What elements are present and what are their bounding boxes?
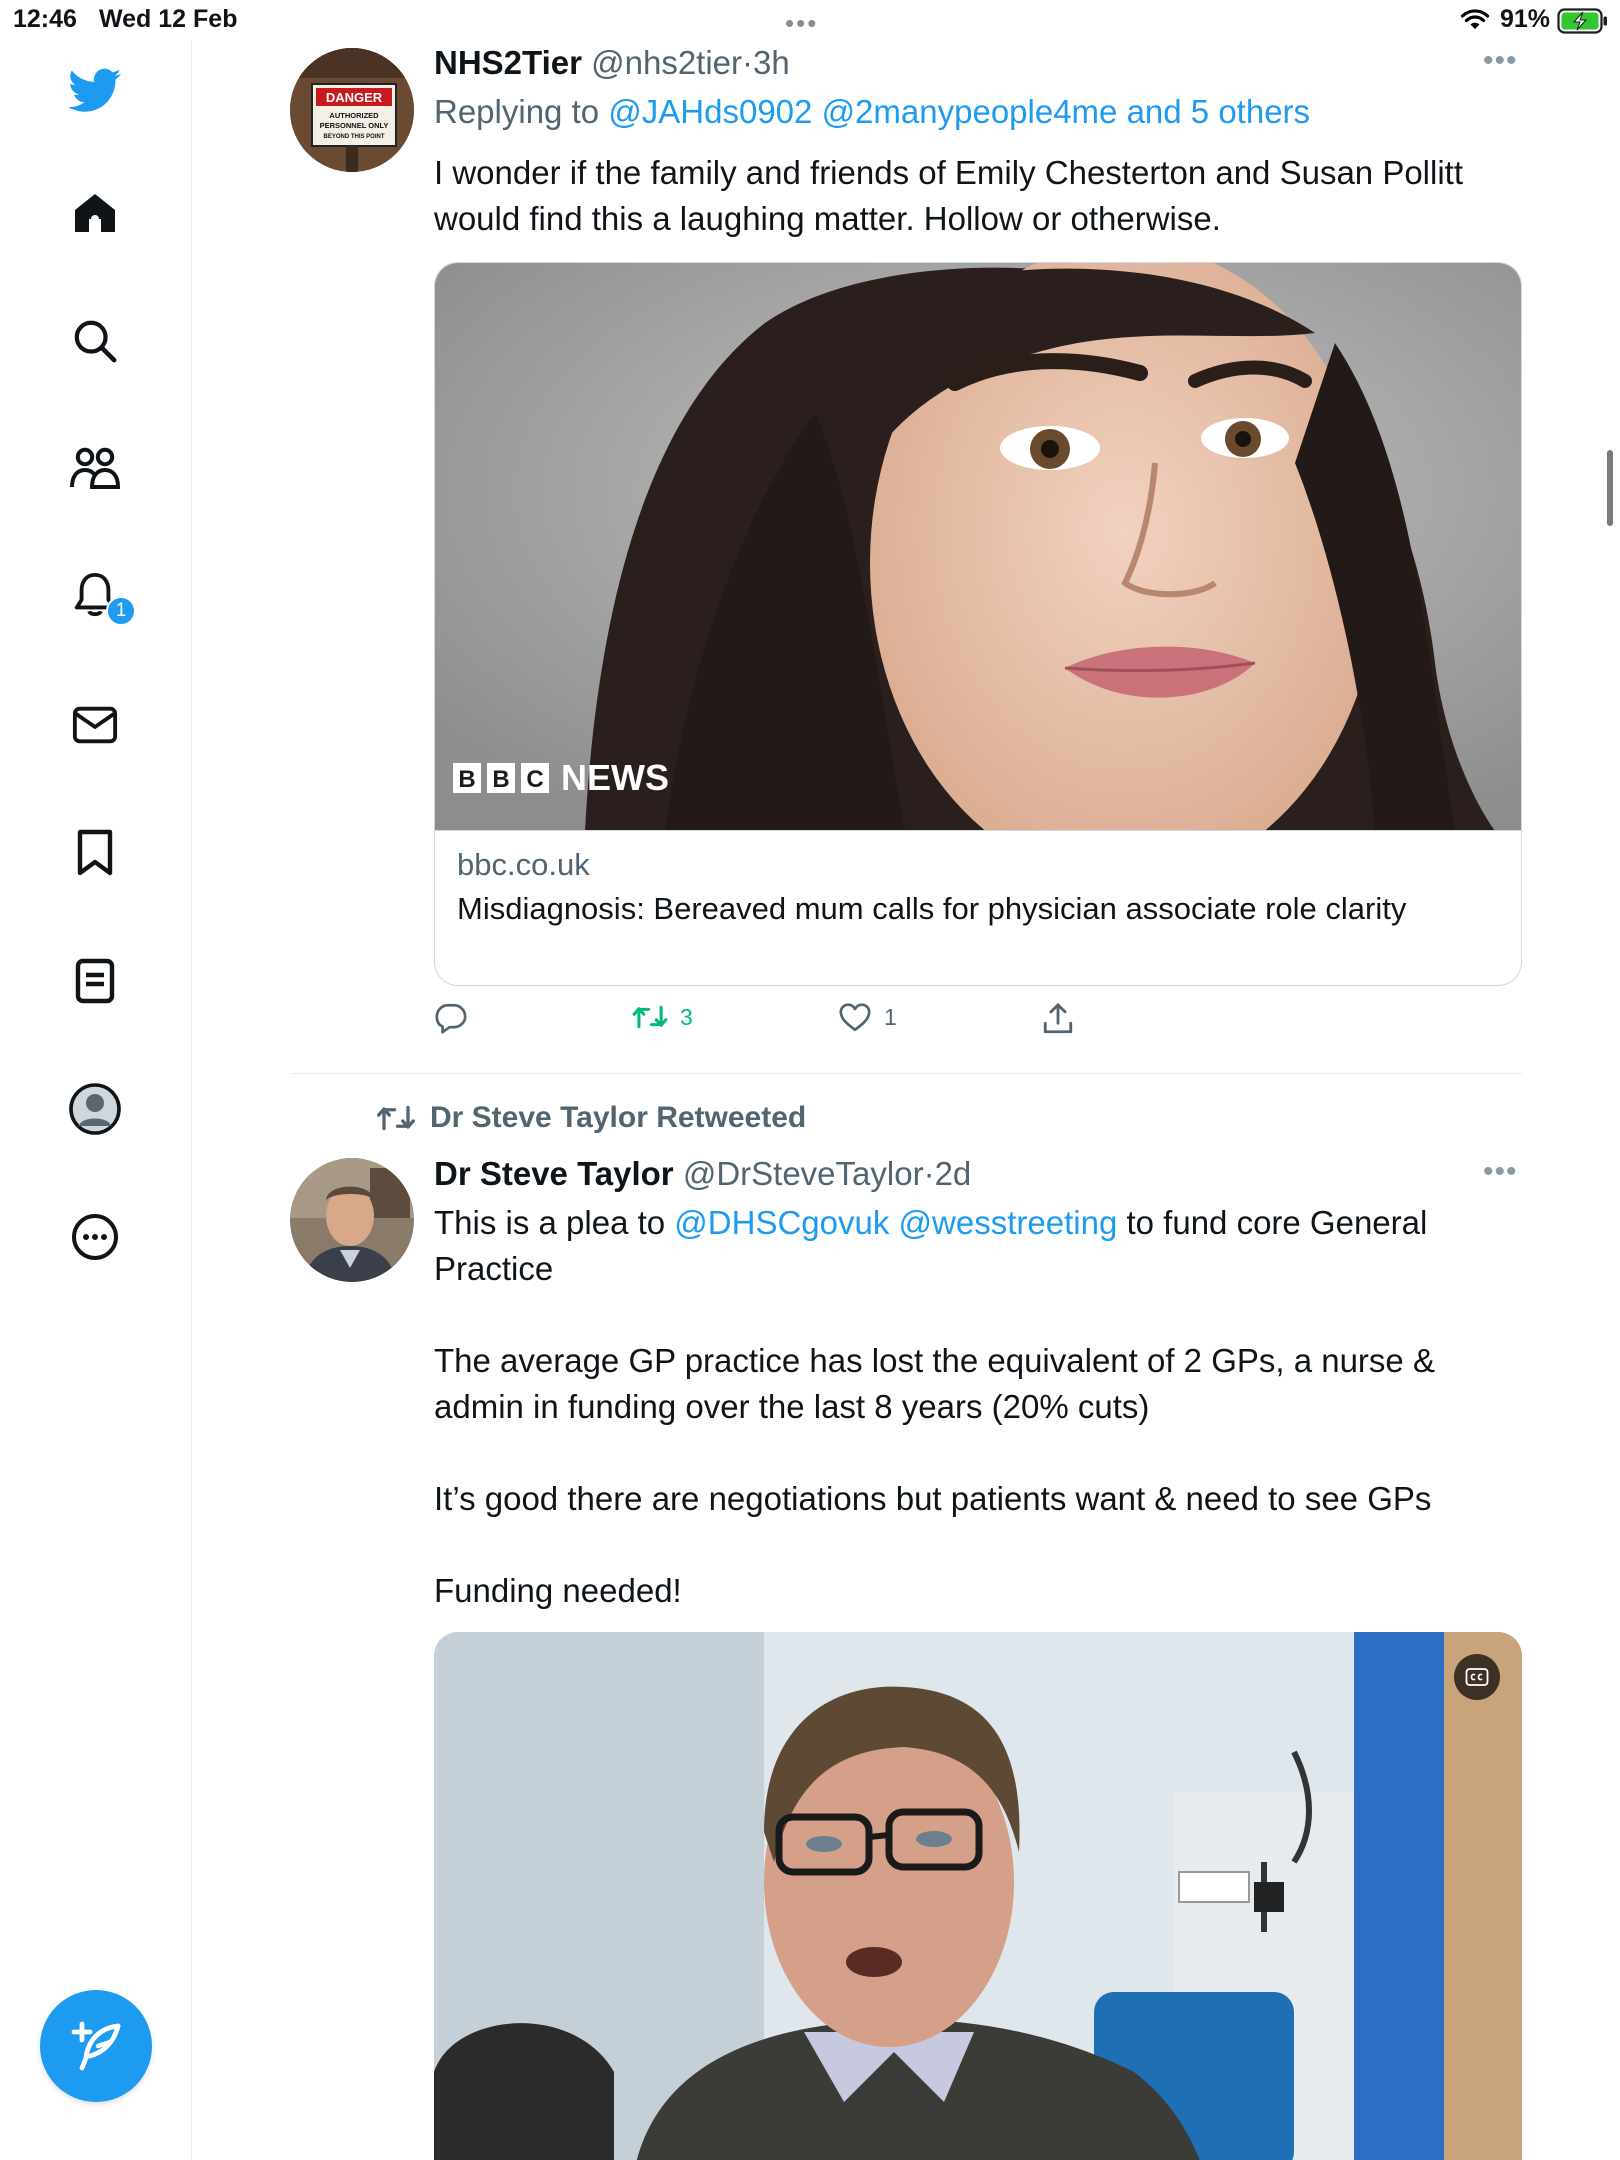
reply-mention-link[interactable]: @2manypeople4me	[822, 93, 1118, 130]
share-button[interactable]	[1042, 1002, 1074, 1036]
bbc-logo-letter: B	[492, 766, 509, 793]
tweet-text: This is a plea to @DHSCgovuk @wesstreeti…	[434, 1200, 1435, 1614]
tweet-text: I wonder if the family and friends of Em…	[434, 150, 1463, 242]
wifi-icon	[1460, 7, 1490, 36]
retweet-button[interactable]: 3	[632, 1002, 693, 1032]
tweet-text-line: Practice	[434, 1250, 554, 1287]
lists-icon[interactable]	[66, 952, 124, 1010]
tweet-text-line: admin in funding over the last 8 years (…	[434, 1388, 1150, 1425]
avatar-sign-line3: PERSONNEL ONLY	[320, 121, 389, 130]
time-separator: ·	[742, 44, 754, 81]
card-domain: bbc.co.uk	[457, 847, 590, 882]
tweet-time[interactable]: 2d	[935, 1155, 972, 1192]
scroll-indicator[interactable]	[1607, 450, 1613, 526]
author-name[interactable]: Dr Steve Taylor	[434, 1155, 674, 1192]
video-player[interactable]	[434, 1632, 1522, 2160]
bbc-news-wordmark: NEWS	[561, 757, 669, 798]
tweet-text-fragment: This is a plea to	[434, 1204, 666, 1241]
like-button[interactable]: 1	[838, 1002, 897, 1032]
search-icon[interactable]	[66, 312, 124, 370]
tweet-actions: 3 1	[434, 1002, 1074, 1048]
replying-to-line: Replying to @JAHds0902 @2manypeople4me a…	[434, 93, 1310, 131]
tweet-text-line: It’s good there are negotiations but pat…	[434, 1480, 1432, 1517]
avatar-drstevetaylor[interactable]	[290, 1158, 414, 1282]
status-time: 12:46	[13, 5, 77, 33]
avatar-sign-danger: DANGER	[326, 90, 383, 105]
closed-captions-button[interactable]	[1454, 1654, 1500, 1700]
heart-icon	[839, 1003, 871, 1032]
retweet-icon	[377, 1105, 415, 1131]
profile-icon[interactable]	[66, 1080, 124, 1138]
avatar-nhs2tier[interactable]: DANGER AUTHORIZED PERSONNEL ONLY BEYOND …	[290, 48, 414, 172]
battery-percentage: 91%	[1500, 5, 1551, 33]
notification-badge: 1	[106, 596, 136, 626]
tweet-divider	[290, 1073, 1522, 1074]
card-image: B B C NEWS	[435, 263, 1521, 831]
closed-captions-icon	[1465, 1668, 1489, 1686]
retweeted-by-label: Dr Steve Taylor Retweeted	[430, 1101, 807, 1134]
author-name[interactable]: NHS2Tier	[434, 44, 582, 81]
tweet-text-line: I wonder if the family and friends of Em…	[434, 154, 1464, 191]
like-count: 1	[884, 1003, 897, 1030]
tweet-header: NHS2Tier @nhs2tier·3h	[434, 44, 790, 82]
tweet-header: Dr Steve Taylor @DrSteveTaylor·2d	[434, 1155, 971, 1193]
retweeted-by-line[interactable]: Dr Steve Taylor Retweeted	[376, 1101, 806, 1135]
replying-to-label: Replying to	[434, 93, 600, 130]
mention-link[interactable]: @DHSCgovuk	[674, 1204, 889, 1241]
avatar-sign-line4: BEYOND THIS POINT	[323, 134, 384, 140]
author-handle[interactable]: @DrSteveTaylor	[683, 1155, 924, 1192]
author-handle[interactable]: @nhs2tier	[591, 44, 742, 81]
tweet-time[interactable]: 3h	[753, 44, 790, 81]
reply-icon	[435, 1003, 467, 1034]
mention-link[interactable]: @wesstreeting	[899, 1204, 1118, 1241]
share-icon	[1043, 1003, 1073, 1034]
sidebar-nav: 1	[0, 40, 192, 2160]
compose-tweet-icon	[71, 2021, 121, 2071]
card-title: Misdiagnosis: Bereaved mum calls for phy…	[457, 891, 1407, 926]
retweet-icon	[632, 1005, 668, 1029]
multitasking-dots-icon[interactable]: •••	[785, 8, 818, 39]
status-date: Wed 12 Feb	[99, 5, 238, 33]
link-card[interactable]: B B C NEWS bbc.co.uk Misdiagnosis: Berea…	[434, 262, 1522, 986]
time-separator: ·	[923, 1155, 935, 1192]
reply-button[interactable]	[434, 1002, 468, 1034]
compose-tweet-button[interactable]	[40, 1990, 152, 2102]
communities-icon[interactable]	[66, 440, 124, 498]
more-options-icon[interactable]: •••	[1483, 44, 1518, 78]
bbc-logo-letter: C	[526, 766, 543, 793]
tweet-text-line: would find this a laughing matter. Hollo…	[434, 200, 1221, 237]
more-options-icon[interactable]: •••	[1483, 1155, 1518, 1189]
reply-mention-link[interactable]: @JAHds0902	[608, 93, 812, 130]
battery-charging-icon	[1557, 8, 1609, 39]
tweet-text-fragment: to fund core General	[1126, 1204, 1428, 1241]
tweet-text-line: Funding needed!	[434, 1572, 682, 1609]
avatar-sign-line2: AUTHORIZED	[329, 111, 379, 120]
tweet-text-line: The average GP practice has lost the equ…	[434, 1342, 1435, 1379]
twitter-bird-icon[interactable]	[66, 62, 124, 120]
retweet-count: 3	[680, 1003, 693, 1030]
bookmark-icon[interactable]	[66, 824, 124, 882]
status-bar: 12:46 Wed 12 Feb ••• 91%	[0, 0, 1620, 40]
more-circle-icon[interactable]	[66, 1208, 124, 1266]
reply-others-link[interactable]: and 5 others	[1127, 93, 1310, 130]
tweet-text-line: This is a plea to @DHSCgovuk @wesstreeti…	[434, 1200, 1435, 1246]
home-icon[interactable]	[66, 184, 124, 242]
bbc-logo-letter: B	[458, 766, 475, 793]
mail-icon[interactable]	[66, 696, 124, 754]
